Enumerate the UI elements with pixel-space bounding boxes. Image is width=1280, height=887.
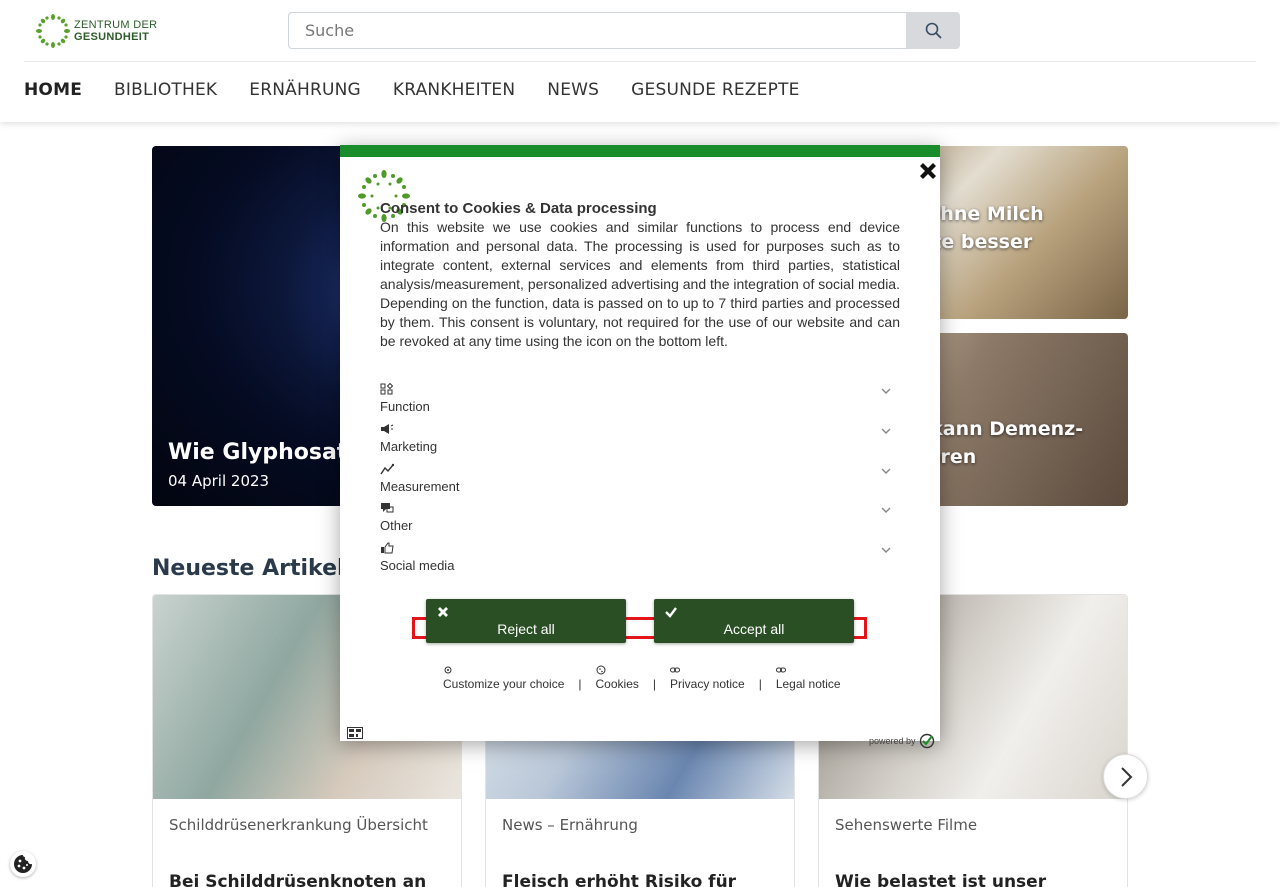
language-icon[interactable] <box>347 727 363 739</box>
accept-all-button[interactable]: Accept all <box>654 599 854 643</box>
megaphone-icon <box>381 424 394 434</box>
cookies-link-label: Cookies <box>595 677 639 691</box>
consent-title: Consent to Cookies & Data processing <box>380 200 657 217</box>
article-category[interactable]: Sehenswerte Filme <box>835 816 977 834</box>
nav-gesunde-rezepte[interactable]: GESUNDE REZEPTE <box>631 80 799 100</box>
consent-category-label: Function <box>380 399 430 414</box>
customize-link[interactable]: Customize your choice <box>443 665 564 691</box>
consent-links: Customize your choice | Cookies | Privac… <box>443 665 841 691</box>
article-category[interactable]: Schilddrüsenerkrankung Übersicht <box>169 816 428 834</box>
function-icon <box>380 383 394 395</box>
check-icon <box>665 607 677 618</box>
consent-category-label: Other <box>380 518 413 533</box>
close-icon[interactable] <box>916 159 940 183</box>
logo-line1: ZENTRUM DER <box>74 19 158 31</box>
article-category[interactable]: News – Ernährung <box>502 816 638 834</box>
consent-provider-logo-icon <box>919 733 934 749</box>
carousel-next-button[interactable] <box>1103 754 1148 799</box>
nav-krankheiten[interactable]: KRANKHEITEN <box>393 80 515 100</box>
chevron-down-icon[interactable] <box>880 544 892 556</box>
consent-category-label: Measurement <box>380 479 460 494</box>
link-separator: | <box>652 677 656 691</box>
chevron-right-icon <box>1120 766 1132 787</box>
reject-all-label: Reject all <box>497 621 555 637</box>
nav-home[interactable]: HOME <box>24 80 82 100</box>
logo-line2: GESUNDHEIT <box>74 31 150 43</box>
search-input[interactable] <box>288 12 907 49</box>
consent-description: On this website we use cookies and simil… <box>380 219 900 349</box>
cookie-icon <box>14 855 32 873</box>
customize-link-label: Customize your choice <box>443 677 565 691</box>
site-logo[interactable]: ZENTRUM DER GESUNDHEIT <box>36 14 157 48</box>
consent-category-measurement[interactable]: Measurement <box>380 463 900 499</box>
cookies-link[interactable]: Cookies <box>596 665 639 691</box>
chevron-down-icon[interactable] <box>880 504 892 516</box>
chart-icon <box>380 463 394 475</box>
link-icon <box>775 667 786 673</box>
consent-category-label: Marketing <box>380 439 438 454</box>
search-bar <box>288 12 960 49</box>
nav-bibliothek[interactable]: BIBLIOTHEK <box>114 80 217 100</box>
article-title[interactable]: Fleisch erhöht Risiko für <box>502 872 736 887</box>
main-nav: HOME BIBLIOTHEK ERNÄHRUNG KRANKHEITEN NE… <box>24 80 800 100</box>
chat-icon <box>381 503 394 513</box>
close-icon <box>438 607 448 617</box>
gear-icon <box>444 666 452 674</box>
chevron-down-icon[interactable] <box>880 425 892 437</box>
hero-main-date: 04 April 2023 <box>168 472 270 490</box>
cookie-consent-dialog: Consent to Cookies & Data processing On … <box>340 145 940 749</box>
search-button[interactable] <box>906 12 960 49</box>
cookie-icon <box>596 665 606 675</box>
thumbs-up-icon <box>381 542 394 554</box>
powered-by-label: powered by <box>869 736 916 746</box>
chevron-down-icon[interactable] <box>880 385 892 397</box>
cookie-settings-button[interactable] <box>10 851 36 877</box>
reject-all-button[interactable]: Reject all <box>426 599 626 643</box>
accept-all-label: Accept all <box>723 621 785 637</box>
privacy-link-label: Privacy notice <box>670 677 745 691</box>
consent-category-other[interactable]: Other <box>380 502 900 538</box>
link-separator: | <box>758 677 762 691</box>
chevron-down-icon[interactable] <box>880 465 892 477</box>
article-title[interactable]: Wie belastet ist unser <box>835 872 1046 887</box>
legal-link-label: Legal notice <box>775 677 841 691</box>
consent-category-marketing[interactable]: Marketing <box>380 423 900 459</box>
consent-category-label: Social media <box>380 558 455 573</box>
logo-icon <box>36 14 70 48</box>
header-divider <box>24 61 1256 62</box>
link-separator: | <box>578 677 582 691</box>
section-title-newest: Neueste Artikel <box>152 556 345 581</box>
nav-news[interactable]: NEWS <box>547 80 599 100</box>
site-header: ZENTRUM DER GESUNDHEIT HOME BIBLIOTHEK E… <box>0 0 1280 122</box>
consent-category-function[interactable]: Function <box>380 383 900 419</box>
legal-link[interactable]: Legal notice <box>775 665 841 691</box>
hero-main-title[interactable]: Wie Glyphosat <box>168 440 347 465</box>
consent-category-social-media[interactable]: Social media <box>380 542 900 578</box>
privacy-link[interactable]: Privacy notice <box>670 665 745 691</box>
link-icon <box>670 667 680 673</box>
search-icon <box>925 22 941 39</box>
nav-ernaehrung[interactable]: ERNÄHRUNG <box>249 80 361 100</box>
article-title[interactable]: Bei Schilddrüsenknoten an <box>169 872 426 887</box>
powered-by[interactable]: powered by <box>869 733 935 749</box>
